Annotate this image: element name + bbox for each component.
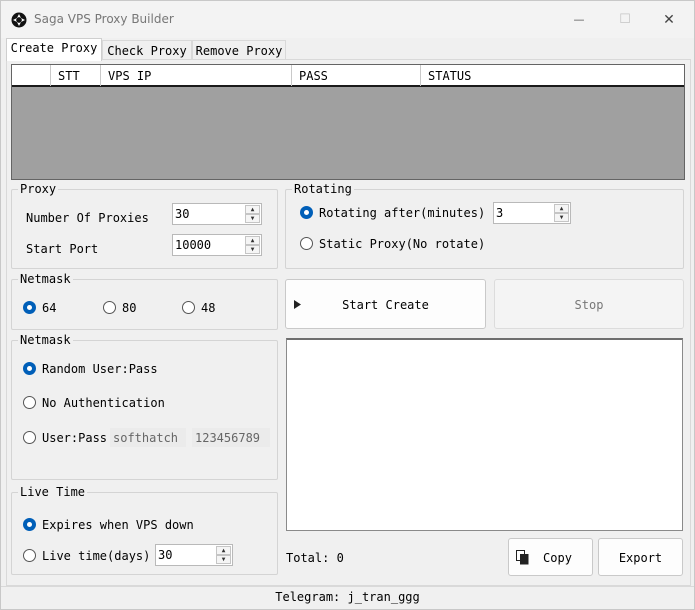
netmask-64-label[interactable]: 64 <box>42 301 56 315</box>
expires-vps-down-label[interactable]: Expires when VPS down <box>42 518 194 532</box>
start-create-label: Start Create <box>342 298 429 312</box>
netmask-80-label[interactable]: 80 <box>122 301 136 315</box>
maximize-icon: ☐ <box>619 12 631 27</box>
stepper-down-icon[interactable]: ▼ <box>554 213 569 222</box>
app-window: Saga VPS Proxy Builder — ☐ ✕ Create Prox… <box>0 0 695 610</box>
grid-column-select[interactable] <box>12 65 51 86</box>
window-title: Saga VPS Proxy Builder <box>34 12 174 26</box>
password-field[interactable]: 123456789 <box>191 427 271 448</box>
saga-logo-icon <box>11 12 27 28</box>
netmask-80-radio[interactable] <box>103 301 116 314</box>
stepper-up-icon[interactable]: ▲ <box>245 205 260 214</box>
random-userpass-label[interactable]: Random User:Pass <box>42 362 158 376</box>
export-button[interactable]: Export <box>598 538 683 576</box>
telegram-contact: Telegram: j_tran_ggg <box>275 590 420 604</box>
status-bar: Telegram: j_tran_ggg <box>1 586 694 609</box>
number-of-proxies-label: Number Of Proxies <box>26 211 149 225</box>
proxy-group: Proxy <box>11 182 278 269</box>
authentication-group-label: Netmask <box>18 333 73 347</box>
stop-label: Stop <box>574 298 604 312</box>
proxy-group-label: Proxy <box>18 182 59 196</box>
netmask-48-radio[interactable] <box>182 301 195 314</box>
proxy-data-grid[interactable]: STT VPS IP PASS STATUS <box>11 64 685 180</box>
minimize-button[interactable]: — <box>556 1 602 38</box>
start-port-value: 10000 <box>175 238 212 252</box>
no-authentication-label[interactable]: No Authentication <box>42 396 165 410</box>
tab-remove-proxy[interactable]: Remove Proxy <box>192 40 286 60</box>
number-of-proxies-value: 30 <box>175 207 190 221</box>
tab-create-proxy[interactable]: Create Proxy <box>6 38 102 61</box>
stepper-arrows: ▲ ▼ <box>245 205 260 223</box>
netmask-64-radio[interactable] <box>23 301 36 314</box>
stop-button[interactable]: Stop <box>494 279 684 329</box>
total-count: Total: 0 <box>286 551 344 565</box>
stepper-up-icon[interactable]: ▲ <box>554 204 569 213</box>
netmask-group-label: Netmask <box>18 272 73 286</box>
live-time-group-label: Live Time <box>18 485 88 499</box>
authentication-group: Netmask <box>11 333 278 480</box>
stepper-arrows: ▲ ▼ <box>554 204 569 222</box>
random-userpass-radio[interactable] <box>23 362 36 375</box>
tab-label: Remove Proxy <box>195 44 283 58</box>
tab-check-proxy[interactable]: Check Proxy <box>102 40 192 60</box>
stepper-up-icon[interactable]: ▲ <box>216 546 231 555</box>
log-output-box[interactable] <box>286 338 683 531</box>
grid-column-status[interactable]: STATUS <box>421 65 684 86</box>
number-of-proxies-stepper[interactable]: 30 ▲ ▼ <box>172 203 262 225</box>
start-create-button[interactable]: Start Create <box>285 279 486 329</box>
live-time-days-stepper[interactable]: 30 ▲ ▼ <box>155 544 233 566</box>
live-time-days-label[interactable]: Live time(days) <box>42 549 150 563</box>
grid-column-pass[interactable]: PASS <box>292 65 421 86</box>
grid-header: STT VPS IP PASS STATUS <box>12 65 684 87</box>
rotating-group-label: Rotating <box>292 182 354 196</box>
maximize-button[interactable]: ☐ <box>602 1 648 38</box>
copy-button[interactable]: Copy <box>508 538 593 576</box>
start-port-label: Start Port <box>26 242 99 256</box>
static-proxy-radio[interactable] <box>300 237 313 250</box>
rotating-minutes-stepper[interactable]: 3 ▲ ▼ <box>493 202 571 224</box>
live-time-days-value: 30 <box>158 548 173 562</box>
rotating-radio[interactable] <box>300 206 313 219</box>
live-time-days-radio[interactable] <box>23 549 36 562</box>
stepper-down-icon[interactable]: ▼ <box>245 245 260 254</box>
minimize-icon: — <box>573 13 585 26</box>
close-button[interactable]: ✕ <box>646 1 692 38</box>
rotating-group: Rotating <box>285 182 684 269</box>
stepper-arrows: ▲ ▼ <box>245 236 260 254</box>
grid-column-vps-ip[interactable]: VPS IP <box>101 65 292 86</box>
grid-column-stt[interactable]: STT <box>51 65 101 86</box>
tab-label: Create Proxy <box>10 41 98 55</box>
title-bar: Saga VPS Proxy Builder — ☐ ✕ <box>1 1 694 38</box>
static-proxy-label[interactable]: Static Proxy(No rotate) <box>319 237 485 251</box>
no-authentication-radio[interactable] <box>23 396 36 409</box>
rotating-label[interactable]: Rotating after(minutes) <box>319 206 485 220</box>
userpass-radio[interactable] <box>23 431 36 444</box>
stepper-arrows: ▲ ▼ <box>216 546 231 564</box>
rotating-minutes-value: 3 <box>496 206 504 220</box>
close-icon: ✕ <box>663 11 675 28</box>
expires-vps-down-radio[interactable] <box>23 518 36 531</box>
stepper-down-icon[interactable]: ▼ <box>245 214 260 223</box>
copy-label: Copy <box>543 551 572 565</box>
start-port-stepper[interactable]: 10000 ▲ ▼ <box>172 234 262 256</box>
netmask-48-label[interactable]: 48 <box>201 301 215 315</box>
export-label: Export <box>618 551 663 565</box>
tab-label: Check Proxy <box>107 44 187 58</box>
userpass-label[interactable]: User:Pass <box>42 431 107 445</box>
stepper-up-icon[interactable]: ▲ <box>245 236 260 245</box>
username-field[interactable]: softhatch <box>109 427 187 448</box>
stepper-down-icon[interactable]: ▼ <box>216 555 231 564</box>
